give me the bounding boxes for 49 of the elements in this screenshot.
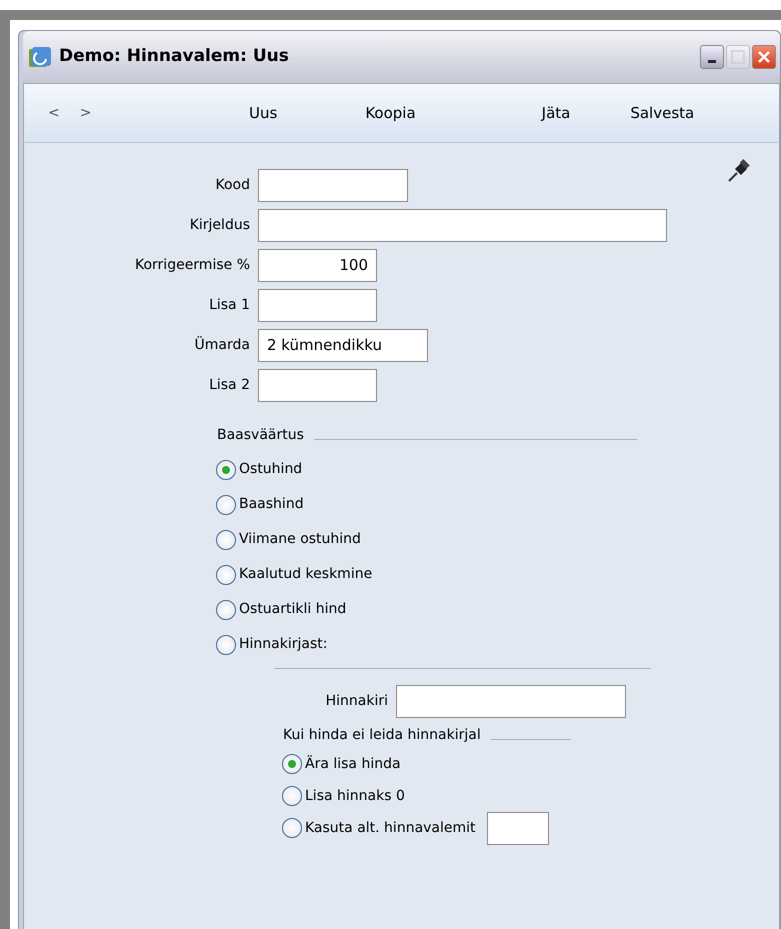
- input-field[interactable]: [396, 684, 626, 718]
- app-icon: [27, 45, 53, 69]
- input-field[interactable]: [258, 288, 377, 322]
- radio-button[interactable]: [282, 786, 302, 806]
- radio-button[interactable]: [216, 530, 236, 550]
- toolbar-button[interactable]: Koopia: [365, 102, 416, 124]
- radio-button[interactable]: [216, 494, 236, 514]
- close-button[interactable]: [752, 45, 776, 69]
- input-field[interactable]: 100: [258, 248, 377, 282]
- input-field[interactable]: [258, 168, 408, 202]
- radio-label: Kasuta alt. hinnavalemit: [305, 818, 476, 838]
- minimize-button[interactable]: [700, 45, 724, 69]
- field-label: Lisa 1: [208, 296, 251, 314]
- input-field[interactable]: [258, 208, 667, 242]
- radio-button[interactable]: [216, 460, 236, 480]
- radio-button[interactable]: [216, 600, 236, 620]
- radio-label: Hinnakirjast:: [239, 635, 328, 654]
- radio-button[interactable]: [282, 818, 302, 838]
- radio-label: Lisa hinnaks 0: [305, 786, 405, 806]
- next-button[interactable]: >: [80, 102, 112, 124]
- input-field[interactable]: [258, 368, 377, 402]
- radio-button[interactable]: [282, 754, 302, 774]
- radio-label: Ära lisa hinda: [305, 754, 401, 774]
- previous-button[interactable]: <: [48, 102, 80, 124]
- toolbar-button[interactable]: Salvesta: [630, 102, 694, 124]
- radio-label: Baashind: [239, 495, 304, 514]
- toolbar-button[interactable]: Jäta: [542, 102, 570, 124]
- field-label: Korrigeermise %: [134, 256, 251, 274]
- radio-label: Ostuhind: [239, 460, 302, 479]
- toolbar-button[interactable]: Uus: [249, 102, 278, 124]
- field-label: Hinnakiri: [324, 692, 389, 710]
- radio-label: Kaalutud keskmine: [239, 565, 372, 584]
- input-field[interactable]: 2 kümnendikku: [258, 328, 428, 362]
- window-title: Demo: Hinnavalem: Uus: [59, 45, 290, 68]
- input-field[interactable]: [486, 812, 549, 844]
- field-label: Kood: [214, 176, 251, 194]
- maximize-icon: [731, 50, 745, 64]
- field-label: Lisa 2: [208, 376, 251, 394]
- field-label: Kirjeldus: [188, 216, 251, 234]
- radio-label: Ostuartikli hind: [239, 600, 346, 619]
- field-label: Ümarda: [194, 335, 251, 354]
- group-title: Baasväärtus: [217, 426, 304, 445]
- radio-button[interactable]: [216, 564, 236, 584]
- group-title: Kui hinda ei leida hinnakirjal: [283, 726, 481, 745]
- close-icon: [756, 49, 772, 65]
- pin-icon[interactable]: [727, 159, 751, 183]
- radio-label: Viimane ostuhind: [239, 530, 361, 549]
- radio-button[interactable]: [216, 634, 236, 654]
- minimize-icon: [708, 60, 716, 63]
